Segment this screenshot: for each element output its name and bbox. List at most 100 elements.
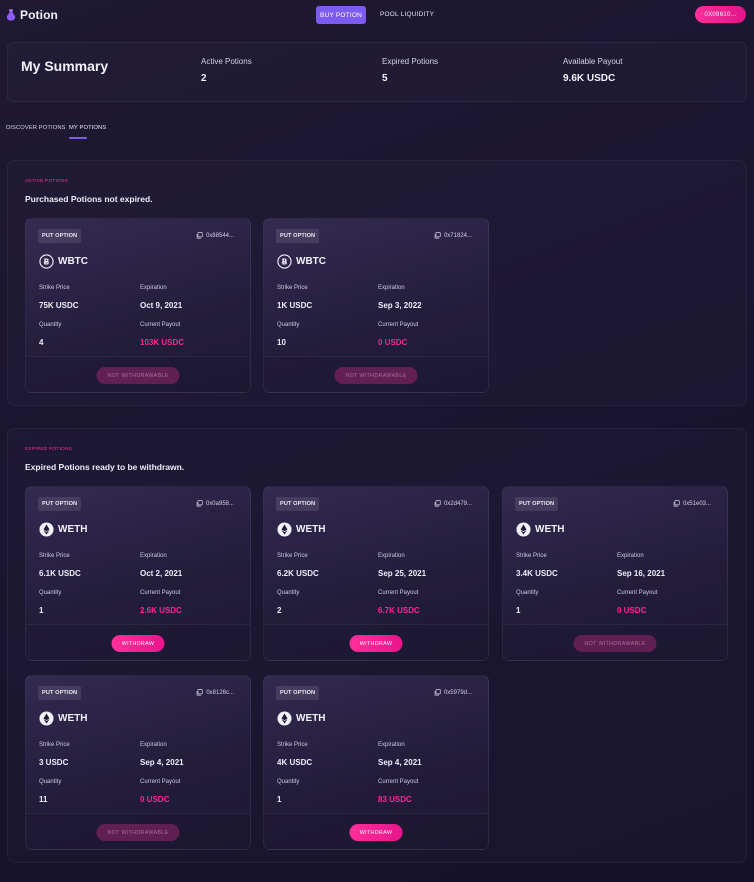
potion-address[interactable]: 0x51e03... <box>673 500 711 507</box>
option-type-badge: PUT OPTION <box>276 497 320 511</box>
expiration-label: Expiration <box>378 553 405 559</box>
potion-card-wbtc: PUT OPTION 0x71824... Ƀ WBTC Strike Pric… <box>263 218 489 394</box>
summary-panel: My Summary Active Potions 2 Expired Poti… <box>7 42 747 102</box>
active-potions-section: ACTIVE POTIONS Purchased Potions not exp… <box>7 160 747 406</box>
not-withdrawable-button[interactable]: NOT WITHDRAWABLE <box>334 367 418 384</box>
payout-value: 0 USDC <box>140 795 170 804</box>
expiration-value: Oct 2, 2021 <box>140 569 183 578</box>
asset: WETH <box>39 522 87 537</box>
card-footer: NOT WITHDRAWABLE <box>503 624 727 662</box>
payout-value: 103K USDC <box>140 338 185 347</box>
not-withdrawable-button[interactable]: NOT WITHDRAWABLE <box>96 824 180 841</box>
expiration-value: Sep 4, 2021 <box>378 758 422 767</box>
ethereum-icon <box>277 522 292 537</box>
quantity-value: 4 <box>39 338 44 347</box>
payout-label: Current Payout <box>378 779 419 785</box>
copy-icon <box>434 689 441 696</box>
address-text: 0x88544... <box>205 232 234 239</box>
payout-value: 0 USDC <box>378 338 408 347</box>
strike-value: 3 USDC <box>39 758 69 767</box>
asset-name: WBTC <box>296 256 326 267</box>
address-text: 0x51e03... <box>682 500 711 507</box>
asset: Ƀ WBTC <box>277 254 326 269</box>
asset: WETH <box>39 711 87 726</box>
potion-address[interactable]: 0x2d479... <box>434 500 472 507</box>
withdraw-button[interactable]: WITHDRAW <box>111 635 165 652</box>
potion-address[interactable]: 0x0a958... <box>196 500 234 507</box>
wallet-address-button[interactable]: 0X09610... <box>695 6 746 23</box>
summary-title: My Summary <box>21 58 109 74</box>
withdraw-button[interactable]: WITHDRAW <box>349 635 403 652</box>
expiration-value: Oct 9, 2021 <box>140 301 183 310</box>
strike-label: Strike Price <box>39 553 70 559</box>
quantity-value: 1 <box>39 606 44 615</box>
active-tab-indicator <box>69 137 87 139</box>
top-navigation-bar: Potion BUY POTION POOL LIQUIDITY 0X09610… <box>0 0 754 32</box>
nav-buy-potion[interactable]: BUY POTION <box>316 6 366 24</box>
not-withdrawable-button[interactable]: NOT WITHDRAWABLE <box>96 367 180 384</box>
potion-card-weth: PUT OPTION 0x5979d... WETH Strike Price … <box>263 675 489 851</box>
strike-value: 3.4K USDC <box>516 569 558 578</box>
address-text: 0x0a958... <box>205 500 234 507</box>
not-withdrawable-button[interactable]: NOT WITHDRAWABLE <box>573 635 657 652</box>
potion-card-weth: PUT OPTION 0x8126c... WETH Strike Price … <box>25 675 251 851</box>
asset-name: WETH <box>296 713 326 724</box>
copy-icon <box>196 232 203 239</box>
quantity-value: 1 <box>516 606 521 615</box>
copy-icon <box>434 232 441 239</box>
card-footer: NOT WITHDRAWABLE <box>26 813 250 851</box>
expiration-label: Expiration <box>378 285 405 291</box>
potion-card-weth: PUT OPTION 0x51e03... WETH Strike Price … <box>502 486 728 662</box>
asset: WETH <box>277 522 325 537</box>
potion-address[interactable]: 0x88544... <box>196 232 234 239</box>
address-text: 0x5979d... <box>443 689 472 696</box>
strike-label: Strike Price <box>39 742 70 748</box>
expiration-value: Sep 25, 2021 <box>378 569 427 578</box>
expiration-value: Sep 4, 2021 <box>140 758 184 767</box>
tab-discover-potions[interactable]: DISCOVER POTIONS <box>6 125 66 131</box>
quantity-label: Quantity <box>277 779 300 785</box>
nav-pool-liquidity[interactable]: POOL LIQUIDITY <box>380 11 434 18</box>
withdraw-button[interactable]: WITHDRAW <box>349 824 403 841</box>
strike-value: 75K USDC <box>39 301 79 310</box>
payout-label: Current Payout <box>140 779 181 785</box>
asset-name: WETH <box>58 524 88 535</box>
stat-value: 2 <box>201 73 207 84</box>
payout-label: Current Payout <box>140 322 181 328</box>
payout-value: 2.6K USDC <box>140 606 182 615</box>
quantity-label: Quantity <box>39 590 62 596</box>
card-footer: WITHDRAW <box>264 813 488 851</box>
payout-label: Current Payout <box>378 590 419 596</box>
stat-value: 9.6K USDC <box>563 73 616 84</box>
copy-icon <box>434 500 441 507</box>
potion-address[interactable]: 0x71824... <box>434 232 472 239</box>
ethereum-icon <box>39 522 54 537</box>
svg-text:Ƀ: Ƀ <box>44 257 50 266</box>
expiration-value: Sep 3, 2022 <box>378 301 422 310</box>
potion-address[interactable]: 0x5979d... <box>434 689 472 696</box>
payout-value: 0 USDC <box>617 606 647 615</box>
card-footer: NOT WITHDRAWABLE <box>264 356 488 394</box>
section-title: Purchased Potions not expired. <box>25 194 153 204</box>
expired-potions-section: EXPIRED POTIONS Expired Potions ready to… <box>7 428 747 863</box>
address-text: 0x71824... <box>443 232 472 239</box>
potion-card-weth: PUT OPTION 0x0a958... WETH Strike Price … <box>25 486 251 662</box>
quantity-label: Quantity <box>277 322 300 328</box>
expiration-label: Expiration <box>617 553 644 559</box>
tab-my-potions[interactable]: MY POTIONS <box>69 125 106 131</box>
logo[interactable]: Potion <box>6 8 58 22</box>
potion-address[interactable]: 0x8126c... <box>196 689 234 696</box>
quantity-value: 2 <box>277 606 282 615</box>
strike-label: Strike Price <box>39 285 70 291</box>
strike-label: Strike Price <box>277 553 308 559</box>
stat-value: 5 <box>382 73 388 84</box>
potion-card-wbtc: PUT OPTION 0x88544... Ƀ WBTC Strike Pric… <box>25 218 251 394</box>
payout-label: Current Payout <box>378 322 419 328</box>
option-type-badge: PUT OPTION <box>38 497 82 511</box>
quantity-label: Quantity <box>516 590 539 596</box>
option-type-badge: PUT OPTION <box>276 686 320 700</box>
quantity-value: 10 <box>277 338 286 347</box>
asset-name: WBTC <box>58 256 88 267</box>
strike-label: Strike Price <box>516 553 547 559</box>
option-type-badge: PUT OPTION <box>515 497 559 511</box>
